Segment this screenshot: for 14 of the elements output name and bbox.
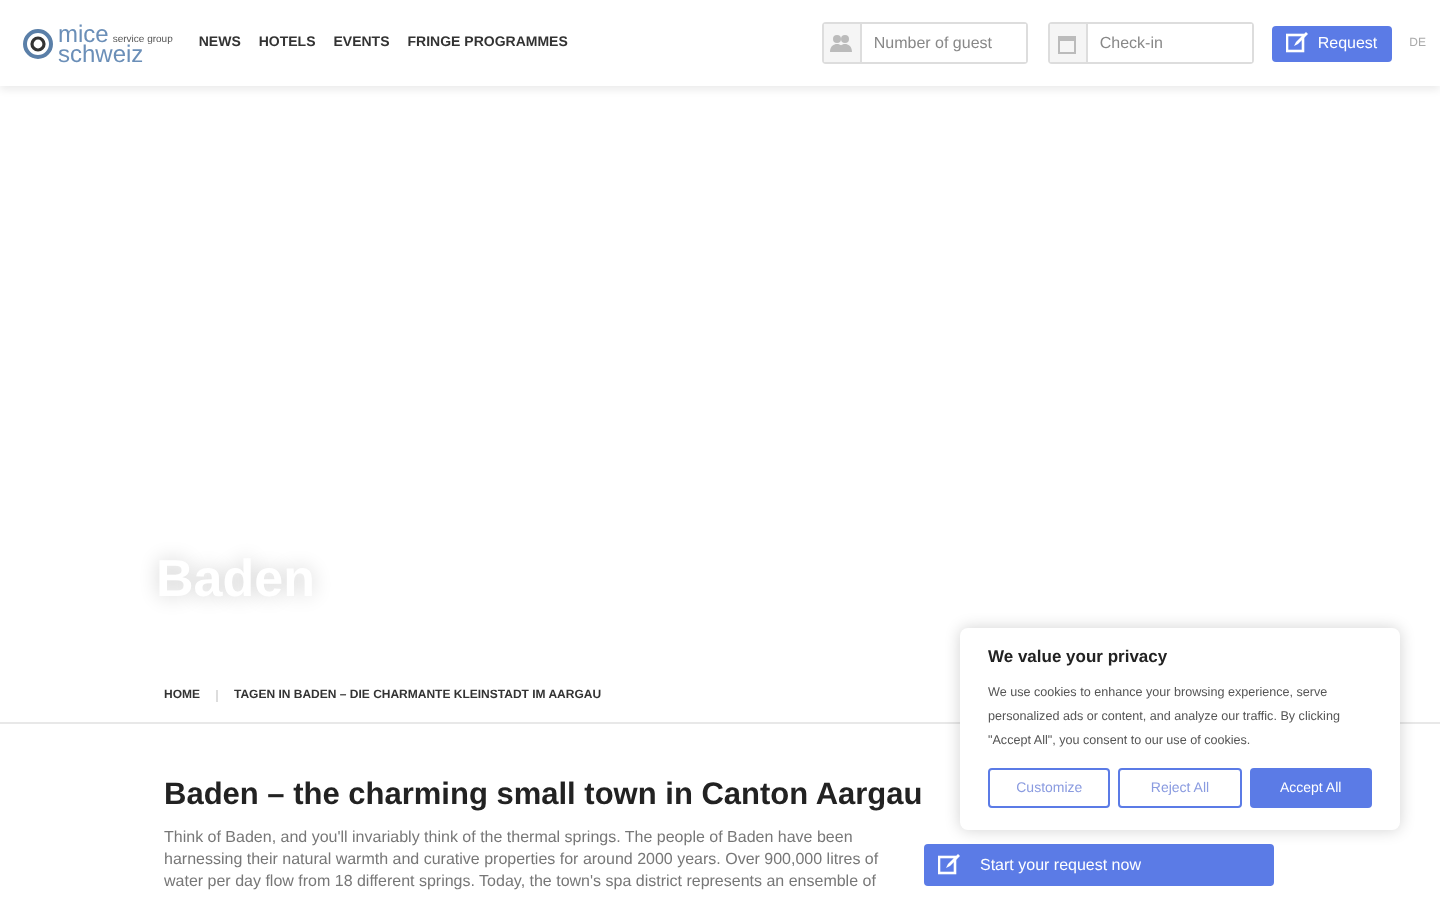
start-request-button[interactable]: Start your request now: [924, 844, 1274, 886]
logo-word: mice: [58, 21, 109, 45]
logo-icon: [22, 27, 54, 59]
edit-icon: [938, 854, 960, 876]
logo-word: schweiz: [58, 41, 146, 65]
calendar-icon: [1058, 33, 1077, 53]
request-button[interactable]: Request: [1271, 25, 1392, 61]
edit-icon: [1285, 32, 1308, 54]
checkin-field[interactable]: Check-in: [1047, 22, 1254, 64]
cookie-title: We value your privacy: [988, 646, 1170, 666]
people-icon: [830, 34, 853, 52]
article-text: Think of Baden, and you'll invariably think of the thermal springs. The people of Baden have been harnessing their natural warmth and curative properties for around 2000 years. Over 900,000 litres of water per day flow from 18 different springs. Today, the town's spa district represents an ensemble of: [164, 826, 881, 892]
guests-field[interactable]: Number of guest: [821, 22, 1028, 64]
article-heading: Baden – the charming small town in Canton Aargau: [164, 776, 924, 816]
